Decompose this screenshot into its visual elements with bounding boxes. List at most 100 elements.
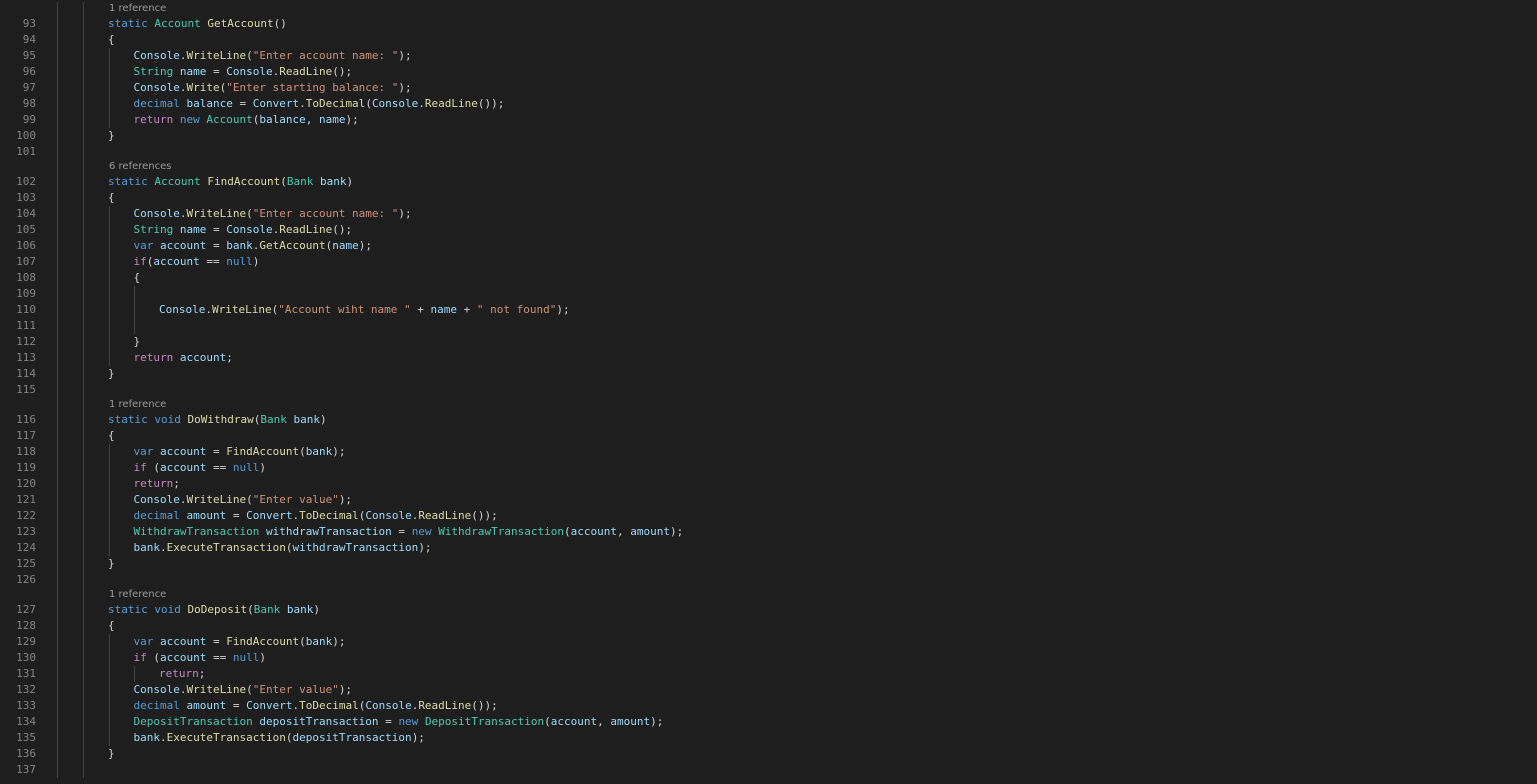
code-token: ();: [332, 65, 353, 78]
code-line[interactable]: 133 decimal amount = Convert.ToDecimal(Co…: [0, 698, 1537, 714]
code-line[interactable]: 108 {: [0, 270, 1537, 286]
codelens-reference-link[interactable]: 1 reference: [109, 588, 166, 602]
indent-guide: [57, 2, 58, 16]
code-token: {: [108, 619, 115, 632]
code-line[interactable]: 114}: [0, 366, 1537, 382]
codelens-reference-link[interactable]: 1 reference: [109, 2, 166, 16]
code-line[interactable]: 132 Console.WriteLine("Enter value");: [0, 682, 1537, 698]
code-token: }: [133, 335, 141, 348]
indent-guide: [83, 270, 84, 286]
code-token: WriteLine: [186, 683, 247, 696]
code-token: FindAccount: [226, 635, 300, 648]
indent-guide: [57, 444, 58, 460]
code-line[interactable]: 136}: [0, 746, 1537, 762]
code-token: WithdrawTransaction: [438, 525, 565, 538]
code-token: =: [232, 97, 253, 110]
code-line[interactable]: 123 WithdrawTransaction withdrawTransacti…: [0, 524, 1537, 540]
code-line[interactable]: 119 if (account == null): [0, 460, 1537, 476]
code-line[interactable]: 120 return;: [0, 476, 1537, 492]
code-line[interactable]: 124 bank.ExecuteTransaction(withdrawTrans…: [0, 540, 1537, 556]
code-line[interactable]: 113 return account;: [0, 350, 1537, 366]
code-line[interactable]: 102 static Account FindAccount(Bank bank): [0, 174, 1537, 190]
code-line[interactable]: 101: [0, 144, 1537, 160]
code-line[interactable]: 94 {: [0, 32, 1537, 48]
code-token: "Enter account name: ": [252, 207, 399, 220]
code-token: Bank: [286, 175, 314, 188]
indent-guide: [83, 556, 84, 572]
code-token: DoDeposit: [187, 603, 248, 616]
line-number: 95: [22, 49, 36, 62]
code-token: ): [313, 603, 320, 616]
code-line[interactable]: 111: [0, 318, 1537, 334]
indent-guide: [57, 254, 58, 270]
indent-guide: [83, 64, 84, 80]
code-line[interactable]: 118 var account = FindAccount(bank);: [0, 444, 1537, 460]
code-token: bank: [133, 731, 161, 744]
code-line[interactable]: 127 static void DoDeposit(Bank bank): [0, 602, 1537, 618]
code-line[interactable]: 109: [0, 286, 1537, 302]
code-line[interactable]: 130 if (account == null): [0, 650, 1537, 666]
code-line[interactable]: 125}: [0, 556, 1537, 572]
code-line[interactable]: 128 {: [0, 618, 1537, 634]
code-line[interactable]: 134 DepositTransaction depositTransaction…: [0, 714, 1537, 730]
code-token: Console: [226, 65, 273, 78]
code-line[interactable]: 105 String name = Console.ReadLine();: [0, 222, 1537, 238]
code-token: name: [318, 113, 346, 126]
code-token: Write: [186, 81, 220, 94]
code-token: WriteLine: [186, 493, 247, 506]
code-line[interactable]: 116 static void DoWithdraw(Bank bank): [0, 412, 1537, 428]
code-line[interactable]: 104 Console.WriteLine("Enter account name…: [0, 206, 1537, 222]
line-number: 132: [16, 683, 36, 696]
code-line[interactable]: 93 static Account GetAccount(): [0, 16, 1537, 32]
line-number: 113: [16, 351, 36, 364]
code-token: =: [378, 715, 399, 728]
code-line[interactable]: 126: [0, 572, 1537, 588]
code-token: static: [108, 413, 155, 426]
indent-guide: [108, 730, 110, 746]
code-line[interactable]: 129 var account = FindAccount(bank);: [0, 634, 1537, 650]
indent-guide: [57, 398, 58, 412]
code-token: ());: [471, 509, 498, 522]
code-line[interactable]: 95 Console.WriteLine("Enter account name:…: [0, 48, 1537, 64]
code-line[interactable]: 135 bank.ExecuteTransaction(depositTransa…: [0, 730, 1537, 746]
indent-guide: [57, 492, 58, 508]
code-token: );: [358, 239, 372, 252]
line-number: 134: [16, 715, 36, 728]
line-number: 103: [16, 191, 36, 204]
code-line[interactable]: 103 {: [0, 190, 1537, 206]
code-token: ,: [617, 525, 631, 538]
indent-guide: [57, 666, 58, 682]
indent-guide: [83, 698, 84, 714]
code-token: if: [133, 461, 147, 474]
code-line[interactable]: 112}: [0, 334, 1537, 350]
code-line[interactable]: 107 if(account == null): [0, 254, 1537, 270]
code-line[interactable]: 117 {: [0, 428, 1537, 444]
indent-guide: [83, 32, 84, 48]
code-line[interactable]: 96 String name = Console.ReadLine();: [0, 64, 1537, 80]
code-line[interactable]: 97 Console.Write("Enter starting balance:…: [0, 80, 1537, 96]
line-number: 104: [16, 207, 36, 220]
code-editor[interactable]: 1 reference 93 static Account GetAccount()…: [0, 0, 1537, 784]
code-token: DepositTransaction: [424, 715, 545, 728]
code-line[interactable]: 99 return new Account(balance, name);: [0, 112, 1537, 128]
code-line[interactable]: 110 Console.WriteLine("Account wiht name …: [0, 302, 1537, 318]
code-token: if: [133, 651, 147, 664]
code-token: name: [179, 223, 207, 236]
code-token: ToDecimal: [299, 699, 359, 712]
line-number: 93: [22, 17, 36, 30]
code-line[interactable]: 121 Console.WriteLine("Enter value");: [0, 492, 1537, 508]
indent-guide: [83, 222, 84, 238]
code-token: static: [108, 17, 155, 30]
codelens-reference-link[interactable]: 1 reference: [109, 398, 166, 412]
code-token: withdrawTransaction: [265, 525, 392, 538]
code-line[interactable]: 100}: [0, 128, 1537, 144]
code-line[interactable]: 122 decimal amount = Convert.ToDecimal(Co…: [0, 508, 1537, 524]
code-line[interactable]: 106 var account = bank.GetAccount(name);: [0, 238, 1537, 254]
code-line[interactable]: 131 return;: [0, 666, 1537, 682]
line-number: 128: [16, 619, 36, 632]
code-text: if (account == null): [134, 460, 266, 476]
codelens-reference-link[interactable]: 6 references: [109, 160, 172, 174]
code-line[interactable]: 137: [0, 762, 1537, 778]
code-line[interactable]: 115: [0, 382, 1537, 398]
code-line[interactable]: 98 decimal balance = Convert.ToDecimal(Co…: [0, 96, 1537, 112]
